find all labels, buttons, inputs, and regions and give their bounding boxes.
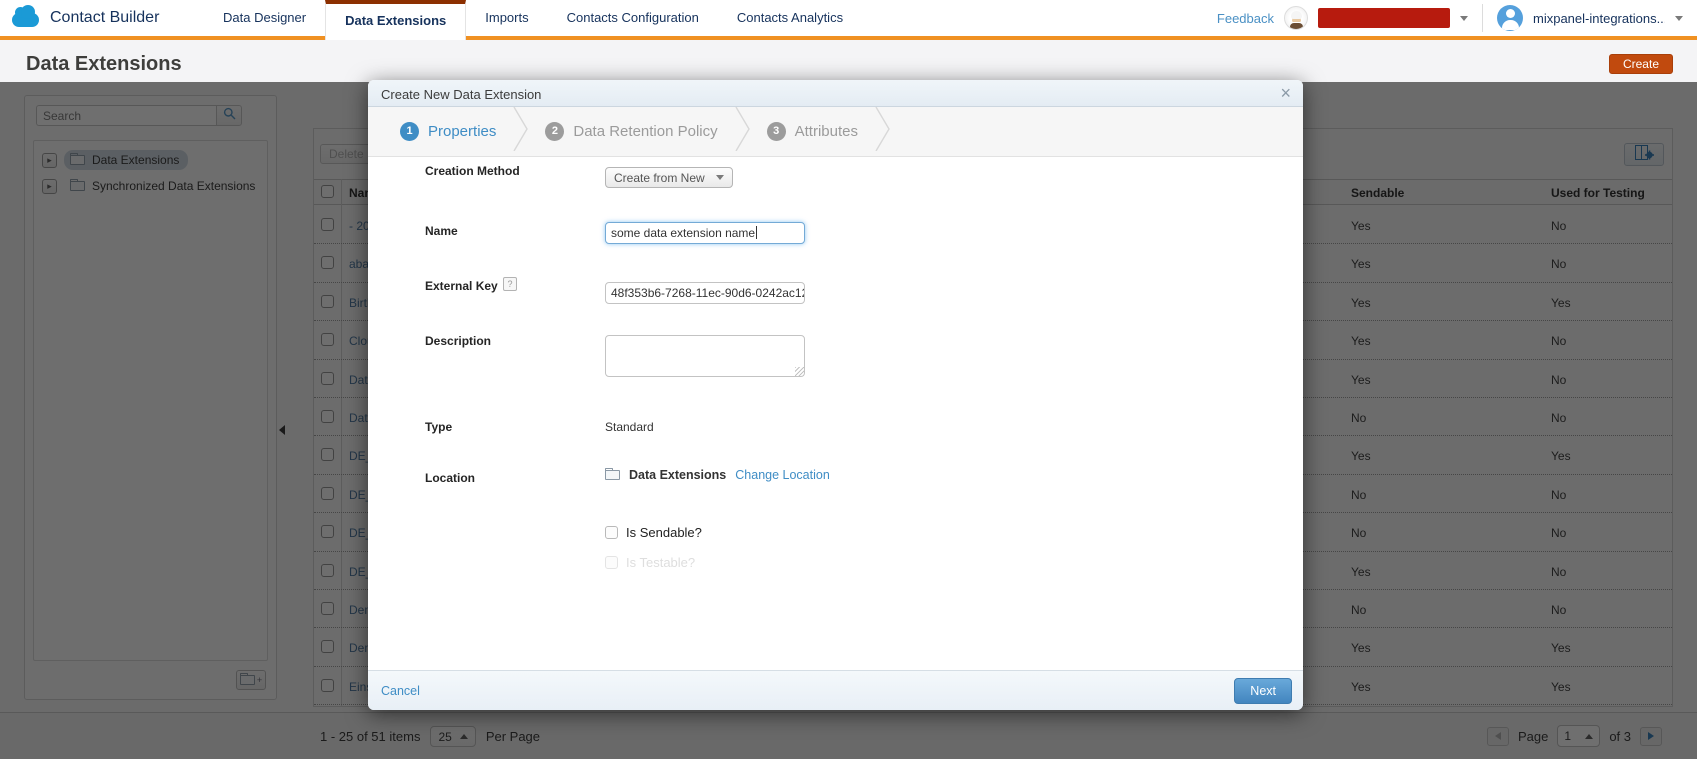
page-title: Data Extensions [26,53,182,76]
create-button[interactable]: Create [1609,54,1673,74]
chevron-down-icon [716,175,724,180]
modal-header: Create New Data Extension × [368,80,1303,107]
chevron-right-icon [875,107,890,156]
step-properties[interactable]: 1 Properties [400,122,496,141]
app-brand: Contact Builder [0,0,190,36]
step-label: Attributes [795,123,858,140]
chevron-down-icon[interactable] [1460,16,1468,21]
top-navigation-bar: Contact Builder Data Designer Data Exten… [0,0,1697,40]
tab-imports[interactable]: Imports [466,0,547,36]
user-avatar [1497,5,1523,31]
location-value: Data Extensions [629,468,726,482]
is-sendable-checkbox[interactable] [605,526,618,539]
creation-method-value: Create from New [614,171,705,185]
step-number: 1 [400,122,419,141]
cancel-link[interactable]: Cancel [381,684,420,698]
step-label: Data Retention Policy [573,123,717,140]
is-testable-label: Is Testable? [626,555,695,570]
chevron-right-icon [735,107,750,156]
app-title: Contact Builder [50,9,159,27]
step-data-retention-policy[interactable]: 2 Data Retention Policy [545,122,717,141]
wizard-steps: 1 Properties 2 Data Retention Policy 3 A… [368,107,1303,157]
close-icon[interactable]: × [1280,83,1291,103]
folder-icon [605,470,620,480]
creation-method-label: Creation Method [425,164,520,178]
feedback-link[interactable]: Feedback [1217,11,1274,26]
divider [1482,4,1483,32]
create-data-extension-modal: Create New Data Extension × 1 Properties… [368,80,1303,710]
chevron-right-icon [513,107,528,156]
einstein-avatar [1284,6,1308,30]
nav-tabs: Data Designer Data Extensions Imports Co… [204,0,862,40]
help-icon[interactable]: ? [503,277,517,291]
tab-data-designer[interactable]: Data Designer [204,0,325,36]
is-testable-checkbox [605,556,618,569]
step-attributes[interactable]: 3 Attributes [767,122,858,141]
is-sendable-label: Is Sendable? [626,525,702,540]
step-number: 2 [545,122,564,141]
next-button[interactable]: Next [1234,678,1292,704]
change-location-link[interactable]: Change Location [735,468,830,482]
tab-contacts-configuration[interactable]: Contacts Configuration [548,0,718,36]
description-textarea[interactable] [605,335,805,377]
chevron-down-icon[interactable] [1675,16,1683,21]
modal-title: Create New Data Extension [381,87,541,102]
account-name[interactable]: mixpanel-integrations... [1533,11,1665,26]
tab-data-extensions[interactable]: Data Extensions [325,0,466,40]
tab-contacts-analytics[interactable]: Contacts Analytics [718,0,862,36]
external-key-input[interactable]: 48f353b6-7268-11ec-90d6-0242ac1200 [605,282,805,304]
name-label: Name [425,224,458,238]
location-label: Location [425,471,475,485]
redacted-account-block[interactable] [1318,8,1450,28]
resize-grip-icon[interactable] [795,367,804,376]
name-input-value: some data extension name [611,226,755,240]
modal-footer: Cancel Next [368,670,1303,710]
type-value: Standard [605,420,654,434]
type-label: Type [425,420,452,434]
external-key-label: External Key [425,279,498,293]
step-label: Properties [428,123,496,140]
name-input[interactable]: some data extension name [605,222,805,244]
salesforce-cloud-icon [12,13,39,27]
step-number: 3 [767,122,786,141]
page-header: Data Extensions Create [0,40,1697,82]
text-cursor [756,226,757,239]
description-label: Description [425,334,491,348]
creation-method-dropdown[interactable]: Create from New [605,167,733,188]
